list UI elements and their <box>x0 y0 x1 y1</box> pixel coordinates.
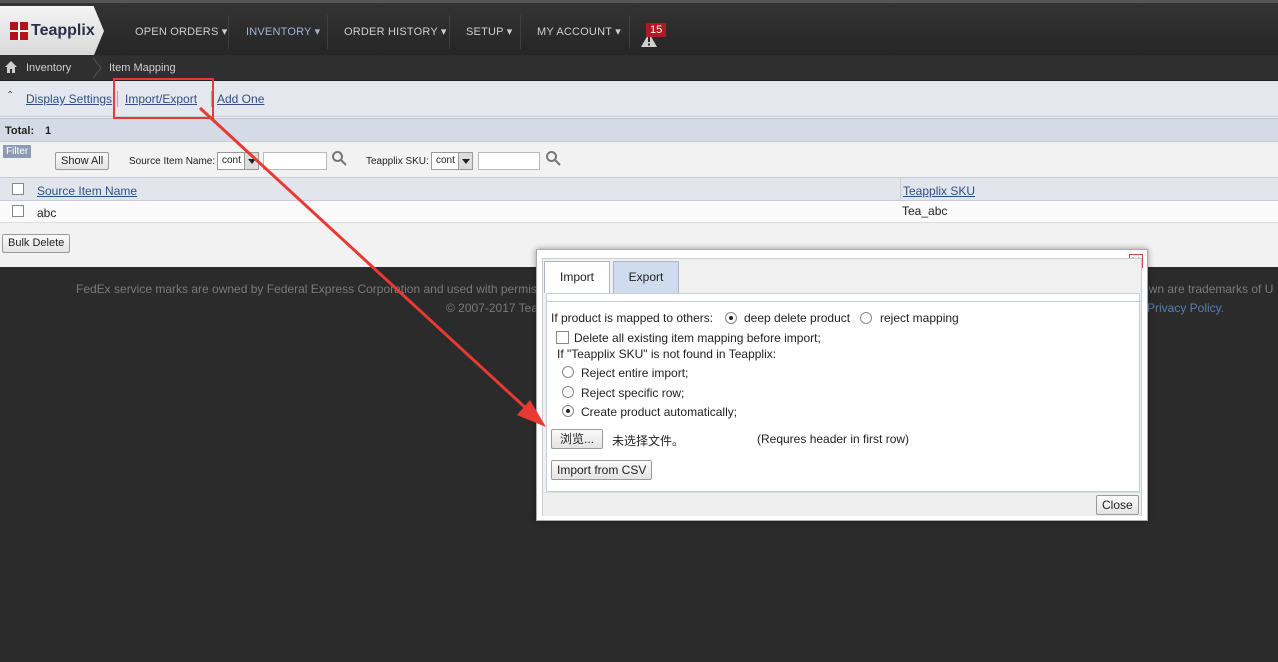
nav-inventory[interactable]: INVENTORY ▾ <box>246 25 320 38</box>
source-item-name-input[interactable] <box>263 152 327 170</box>
dialog-body: Import Export If product is mapped to ot… <box>542 258 1142 516</box>
teapplix-sku-operator-value: cont <box>436 155 455 166</box>
brand-name: Teapplix <box>31 22 95 39</box>
deep-delete-label: deep delete product <box>744 311 851 325</box>
nav-divider <box>449 15 450 49</box>
breadcrumb-inventory[interactable]: Inventory <box>26 62 71 74</box>
browse-file-button[interactable]: 浏览... <box>551 429 604 449</box>
header-requirement-note: (Requres header in first row) <box>757 432 910 446</box>
sku-not-found-label: If "Teapplix SKU" is not found in Teappl… <box>557 347 777 361</box>
alert-count-badge[interactable]: 15 <box>646 23 667 37</box>
total-label: Total: <box>5 125 35 137</box>
chevron-down-icon <box>244 153 258 169</box>
reject-entire-label: Reject entire import; <box>581 366 689 380</box>
table-row[interactable]: abc Tea_abc <box>0 201 1278 223</box>
breadcrumb-item-mapping: Item Mapping <box>109 62 176 74</box>
nav-open-orders[interactable]: OPEN ORDERS ▾ <box>135 25 227 38</box>
display-settings-link[interactable]: Display Settings <box>26 92 112 106</box>
nav-divider <box>629 15 630 49</box>
cell-source-item-name: abc <box>37 206 57 220</box>
reject-entire-radio[interactable] <box>562 366 574 378</box>
reject-mapping-label: reject mapping <box>880 311 959 325</box>
search-icon[interactable] <box>331 150 347 166</box>
nav-my-account[interactable]: MY ACCOUNT ▾ <box>537 25 621 38</box>
reject-row-label: Reject specific row; <box>581 386 685 400</box>
tab-export[interactable]: Export <box>613 261 679 293</box>
import-export-dialog: Import Export If product is mapped to ot… <box>536 249 1148 521</box>
source-item-name-operator-value: cont <box>222 155 241 166</box>
reject-mapping-radio[interactable] <box>860 312 872 324</box>
total-bar: Total: 1 <box>0 118 1278 142</box>
collapse-icon[interactable]: ⌃ <box>6 90 14 101</box>
delete-all-label: Delete all existing item mapping before … <box>574 331 821 345</box>
show-all-button[interactable]: Show All <box>55 152 110 170</box>
logo-mark-icon <box>10 22 28 40</box>
close-button[interactable]: Close <box>1096 495 1139 515</box>
create-auto-label: Create product automatically; <box>581 405 738 419</box>
add-one-link[interactable]: Add One <box>217 92 264 106</box>
logo[interactable]: Teapplix <box>0 6 104 56</box>
import-from-csv-button[interactable]: Import from CSV <box>551 460 653 480</box>
row-checkbox[interactable] <box>12 205 24 217</box>
search-icon[interactable] <box>545 150 561 166</box>
home-icon[interactable] <box>5 61 17 73</box>
footer-trademark: FedEx service marks are owned by Federal… <box>76 282 563 296</box>
panel-divider <box>547 301 1141 302</box>
teapplix-sku-label: Teapplix SKU: <box>366 156 429 167</box>
filter-tag: Filter <box>3 145 32 158</box>
mapped-question-label: If product is mapped to others: <box>551 311 714 325</box>
nav-divider <box>520 15 521 49</box>
source-item-name-label: Source Item Name: <box>129 156 216 167</box>
nav-setup[interactable]: SETUP ▾ <box>466 25 512 38</box>
column-teapplix-sku[interactable]: Teapplix SKU <box>903 184 975 198</box>
nav-divider <box>228 15 229 49</box>
top-nav: Teapplix OPEN ORDERS ▾ INVENTORY ▾ ORDER… <box>0 0 1278 56</box>
breadcrumb-chevron-icon <box>92 58 102 78</box>
teapplix-sku-operator-select[interactable]: cont <box>431 152 473 170</box>
import-panel: If product is mapped to others: deep del… <box>546 293 1141 492</box>
select-all-checkbox[interactable] <box>12 183 24 195</box>
no-file-selected-label: 未选择文件。 <box>612 434 685 448</box>
deep-delete-radio[interactable] <box>725 312 737 324</box>
bulk-delete-button[interactable]: Bulk Delete <box>2 234 71 253</box>
nav-divider <box>327 15 328 49</box>
create-auto-radio[interactable] <box>562 405 574 417</box>
teapplix-sku-input[interactable] <box>478 152 540 170</box>
table-header: Source Item Name Teapplix SKU <box>0 177 1278 201</box>
footer-trademark-right: own are trademarks of U <box>1142 282 1274 296</box>
source-item-name-operator-select[interactable]: cont <box>217 152 259 170</box>
total-value: 1 <box>45 125 52 137</box>
cell-teapplix-sku: Tea_abc <box>902 204 948 218</box>
reject-row-radio[interactable] <box>562 386 574 398</box>
privacy-policy-link[interactable]: Privacy Policy. <box>1147 301 1224 315</box>
column-source-item-name[interactable]: Source Item Name <box>37 184 137 198</box>
chevron-down-icon <box>458 153 472 169</box>
annotation-highlight-box <box>113 78 214 119</box>
nav-order-history[interactable]: ORDER HISTORY ▾ <box>344 25 447 38</box>
delete-all-checkbox[interactable] <box>556 331 569 344</box>
tab-import[interactable]: Import <box>544 261 610 293</box>
footer-copyright: © 2007-2017 Tea <box>446 301 539 315</box>
dialog-footer: Close <box>543 492 1141 516</box>
